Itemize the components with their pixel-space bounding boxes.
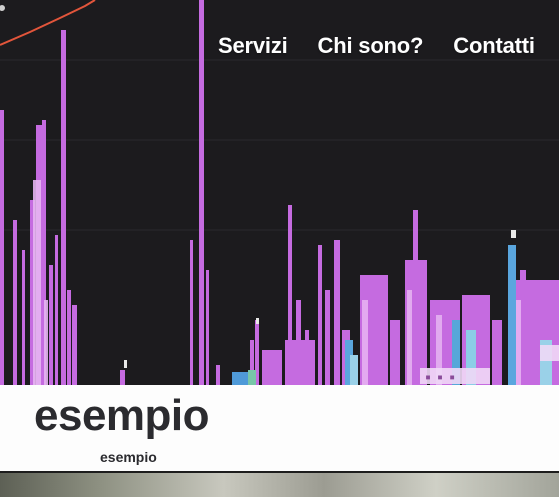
content-section: esempio esempio xyxy=(0,385,559,471)
bottom-image xyxy=(0,473,559,497)
page-title: esempio xyxy=(34,391,210,440)
nav-item-contatti[interactable]: Contatti xyxy=(453,31,535,61)
hero-image: ▪ ▪ ▪ Servizi Chi sono? Contatti xyxy=(0,0,559,385)
nav-item-servizi[interactable]: Servizi xyxy=(218,31,288,61)
main-nav: Servizi Chi sono? Contatti xyxy=(218,31,559,61)
svg-text:▪ ▪ ▪: ▪ ▪ ▪ xyxy=(425,372,455,383)
nav-item-chi-sono[interactable]: Chi sono? xyxy=(318,31,424,61)
page-subtitle: esempio xyxy=(100,449,157,465)
